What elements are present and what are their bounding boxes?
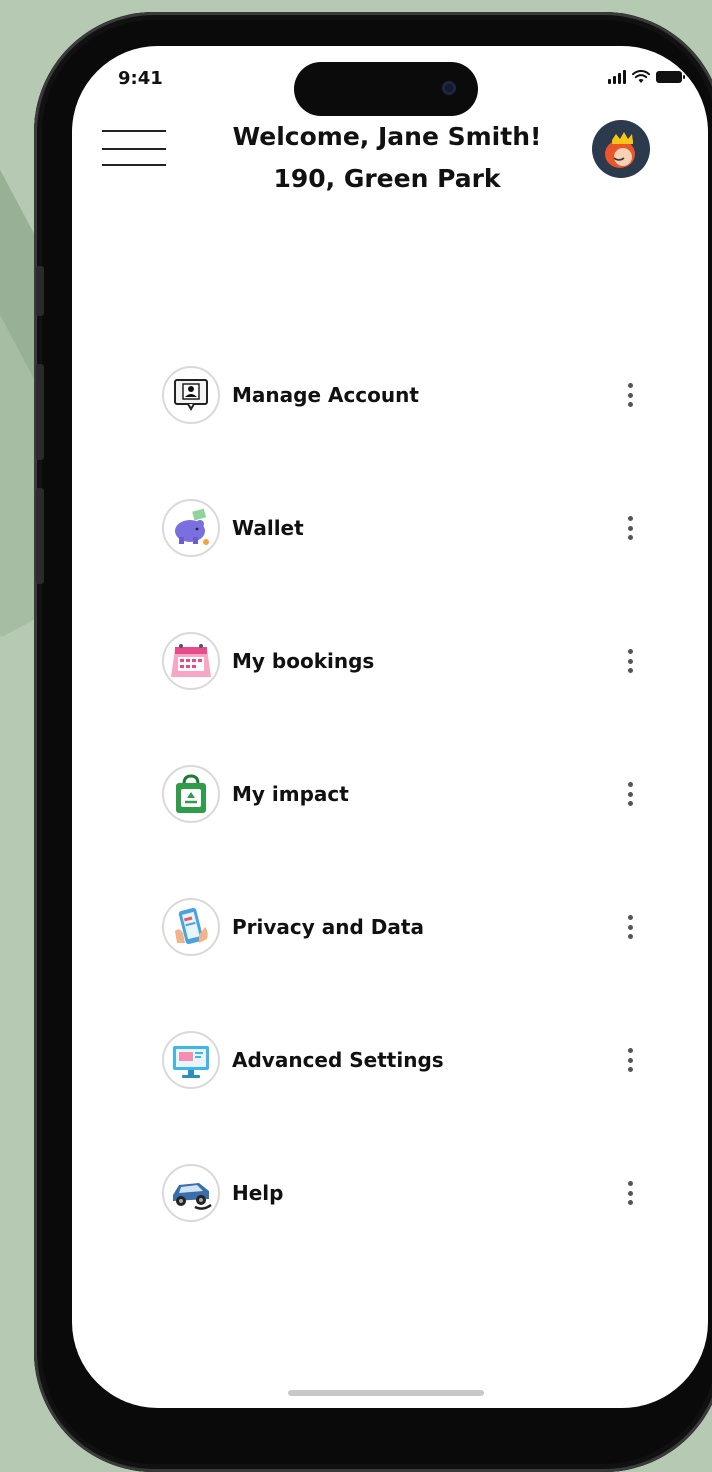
more-options-icon[interactable] — [620, 511, 640, 545]
signal-icon — [608, 70, 626, 84]
phone-volume-down-button — [36, 488, 44, 584]
manage-account-icon — [162, 366, 220, 424]
phone-screen: 9:41 Welcome, Jane Smith! 190, Green Par… — [72, 46, 708, 1408]
phone-volume-up-button — [36, 364, 44, 460]
menu-item-label: Privacy and Data — [232, 915, 424, 939]
front-camera-icon — [442, 81, 456, 95]
menu-item-label: Advanced Settings — [232, 1048, 444, 1072]
menu-item-label: Wallet — [232, 516, 304, 540]
menu-item-my-impact[interactable]: My impact — [162, 761, 633, 827]
more-options-icon[interactable] — [620, 378, 640, 412]
avatar[interactable] — [592, 120, 650, 178]
welcome-text: Welcome, Jane Smith! — [232, 122, 542, 151]
calendar-icon — [162, 632, 220, 690]
piggy-bank-icon — [162, 499, 220, 557]
address-text: 190, Green Park — [273, 164, 501, 193]
menu-item-privacy-and-data[interactable]: Privacy and Data — [162, 894, 633, 960]
menu-item-label: My bookings — [232, 649, 375, 673]
phone-action-button — [36, 266, 44, 316]
recycle-bag-icon — [162, 765, 220, 823]
more-options-icon[interactable] — [620, 777, 640, 811]
help-car-icon — [162, 1164, 220, 1222]
home-indicator[interactable] — [288, 1390, 484, 1396]
menu-item-label: My impact — [232, 782, 349, 806]
battery-icon — [656, 71, 685, 83]
more-options-icon[interactable] — [620, 644, 640, 678]
menu-item-manage-account[interactable]: Manage Account — [162, 362, 633, 428]
menu-item-wallet[interactable]: Wallet — [162, 495, 633, 561]
menu-item-label: Help — [232, 1181, 284, 1205]
menu-item-help[interactable]: Help — [162, 1160, 633, 1226]
status-time: 9:41 — [118, 68, 163, 89]
menu-item-advanced-settings[interactable]: Advanced Settings — [162, 1027, 633, 1093]
phone-hand-icon — [162, 898, 220, 956]
more-options-icon[interactable] — [620, 1176, 640, 1210]
more-options-icon[interactable] — [620, 1043, 640, 1077]
wifi-icon — [632, 70, 650, 83]
avatar-icon — [605, 132, 635, 168]
header: Welcome, Jane Smith! 190, Green Park — [192, 116, 582, 200]
menu-item-label: Manage Account — [232, 383, 419, 407]
status-icons — [608, 70, 685, 84]
monitor-icon — [162, 1031, 220, 1089]
hamburger-menu-button[interactable] — [102, 130, 166, 170]
more-options-icon[interactable] — [620, 910, 640, 944]
menu-list: Manage Account Wallet My bookings My imp… — [162, 362, 633, 1293]
menu-item-my-bookings[interactable]: My bookings — [162, 628, 633, 694]
dynamic-island — [294, 62, 478, 116]
